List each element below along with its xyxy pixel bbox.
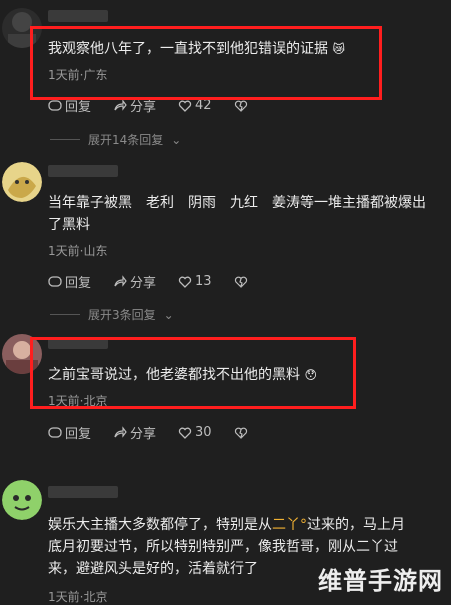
comment-text: 当年靠子被黑 老利 阴雨 九红 姜涛等一堆主播都被爆出 了黑料 [48,195,426,233]
heart-icon [178,427,192,439]
divider [50,314,80,315]
like-button[interactable]: 30 [178,425,212,440]
dislike-button[interactable] [234,275,248,289]
dislike-button[interactable] [234,99,248,113]
reply-button[interactable]: 回复 [48,423,91,442]
share-button[interactable]: 分享 [113,272,156,291]
comment-meta: 1天前·山东 [48,244,108,258]
chevron-down-icon: ⌄ [163,307,174,322]
like-button[interactable]: 42 [178,98,212,113]
comment-actions: 回复 分享 30 [48,423,248,442]
reply-button[interactable]: 回复 [48,272,91,291]
divider [50,139,80,140]
mention-link[interactable]: 二丫° [272,517,307,533]
comment-list: 我观察他八年了，一直找不到他犯错误的证据 😿 1天前·广东 回复 分享 42 展… [0,0,451,604]
share-icon [114,98,127,111]
highlight-box [30,26,382,100]
share-button[interactable]: 分享 [113,423,156,442]
comment-icon [48,99,62,111]
like-button[interactable]: 13 [178,274,212,289]
comment-icon [48,275,62,287]
expand-replies[interactable]: 展开14条回复 ⌄ [50,131,181,148]
comment-meta: 1天前·北京 [48,590,108,604]
username[interactable] [48,165,118,177]
broken-heart-icon [234,427,247,439]
watermark: 维普手游网 [318,567,443,595]
username[interactable] [48,486,118,498]
avatar[interactable] [2,162,42,202]
dislike-button[interactable] [234,426,248,440]
share-icon [114,425,127,438]
share-icon [114,274,127,287]
comment-icon [48,426,62,438]
username[interactable] [48,10,108,22]
avatar[interactable] [2,480,42,520]
highlight-box [30,337,356,409]
expand-replies[interactable]: 展开3条回复 ⌄ [50,306,174,323]
comment-actions: 回复 分享 13 [48,272,248,291]
chevron-down-icon: ⌄ [171,132,182,147]
heart-icon [178,100,192,112]
broken-heart-icon [234,100,247,112]
broken-heart-icon [234,276,247,288]
heart-icon [178,276,192,288]
